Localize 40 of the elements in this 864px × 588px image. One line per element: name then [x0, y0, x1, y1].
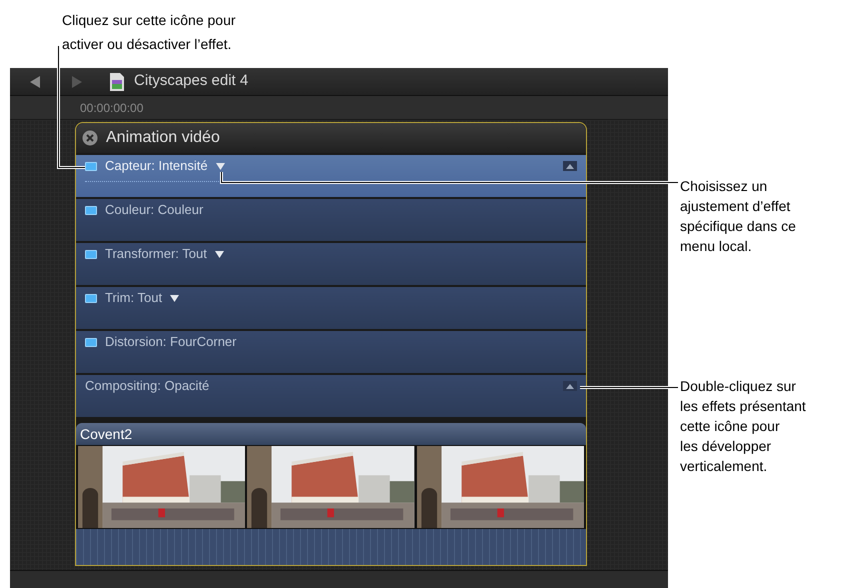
dropdown-arrow-icon[interactable] — [216, 162, 225, 170]
close-icon[interactable] — [82, 130, 98, 146]
effect-toggle-checkbox[interactable] — [85, 250, 97, 258]
effect-row[interactable]: Transformer: Tout — [76, 243, 586, 285]
effect-toggle-checkbox[interactable] — [85, 162, 97, 170]
dropdown-arrow-icon[interactable] — [214, 250, 224, 258]
effect-label: Couleur: Couleur — [105, 201, 204, 220]
effect-label: Capteur: Intensité — [105, 157, 208, 176]
callout-text: spécifique dans ce — [680, 217, 796, 236]
callout-text: verticalement. — [680, 457, 768, 476]
effect-label: Trim: Tout — [105, 289, 162, 308]
callout-text: les développer — [680, 437, 772, 456]
callout-text: Cliquez sur cette icône pour — [62, 11, 236, 30]
effect-row[interactable]: Distorsion: FourCorner — [76, 331, 586, 373]
callout-text: Double-cliquez sur — [680, 377, 796, 396]
effect-toggle-checkbox[interactable] — [85, 338, 97, 346]
effect-label: Distorsion: FourCorner — [105, 333, 236, 352]
dropdown-arrow-icon[interactable] — [170, 294, 180, 302]
expand-icon[interactable] — [563, 161, 577, 171]
effect-row[interactable]: Couleur: Couleur — [76, 199, 586, 241]
effect-row[interactable]: Compositing: Opacité — [76, 375, 586, 417]
effects-title: Animation vidéo — [106, 128, 220, 148]
callout-text: cette icône pour — [680, 417, 780, 436]
clip-title: Covent2 — [80, 424, 132, 444]
callout-text: Choisissez un — [680, 177, 768, 196]
project-file-icon — [110, 72, 124, 90]
effect-label: Compositing: Opacité — [85, 377, 210, 396]
window-title: Cityscapes edit 4 — [134, 71, 248, 92]
effect-toggle-checkbox[interactable] — [85, 206, 97, 214]
callout-text: ajustement d’effet — [680, 197, 790, 216]
callout-text: activer ou désactiver l’effet. — [62, 35, 232, 54]
effect-label: Transformer: Tout — [105, 245, 207, 264]
effect-row[interactable]: Capteur: Intensité — [76, 155, 586, 197]
effect-toggle-checkbox[interactable] — [85, 294, 97, 302]
callout-text: les effets présentant — [680, 397, 806, 416]
expand-icon[interactable] — [563, 381, 577, 391]
back-arrow-icon[interactable] — [28, 74, 42, 88]
effect-row[interactable]: Trim: Tout — [76, 287, 586, 329]
callout-text: menu local. — [680, 237, 752, 256]
timecode-label: 00:00:00:00 — [80, 100, 144, 116]
